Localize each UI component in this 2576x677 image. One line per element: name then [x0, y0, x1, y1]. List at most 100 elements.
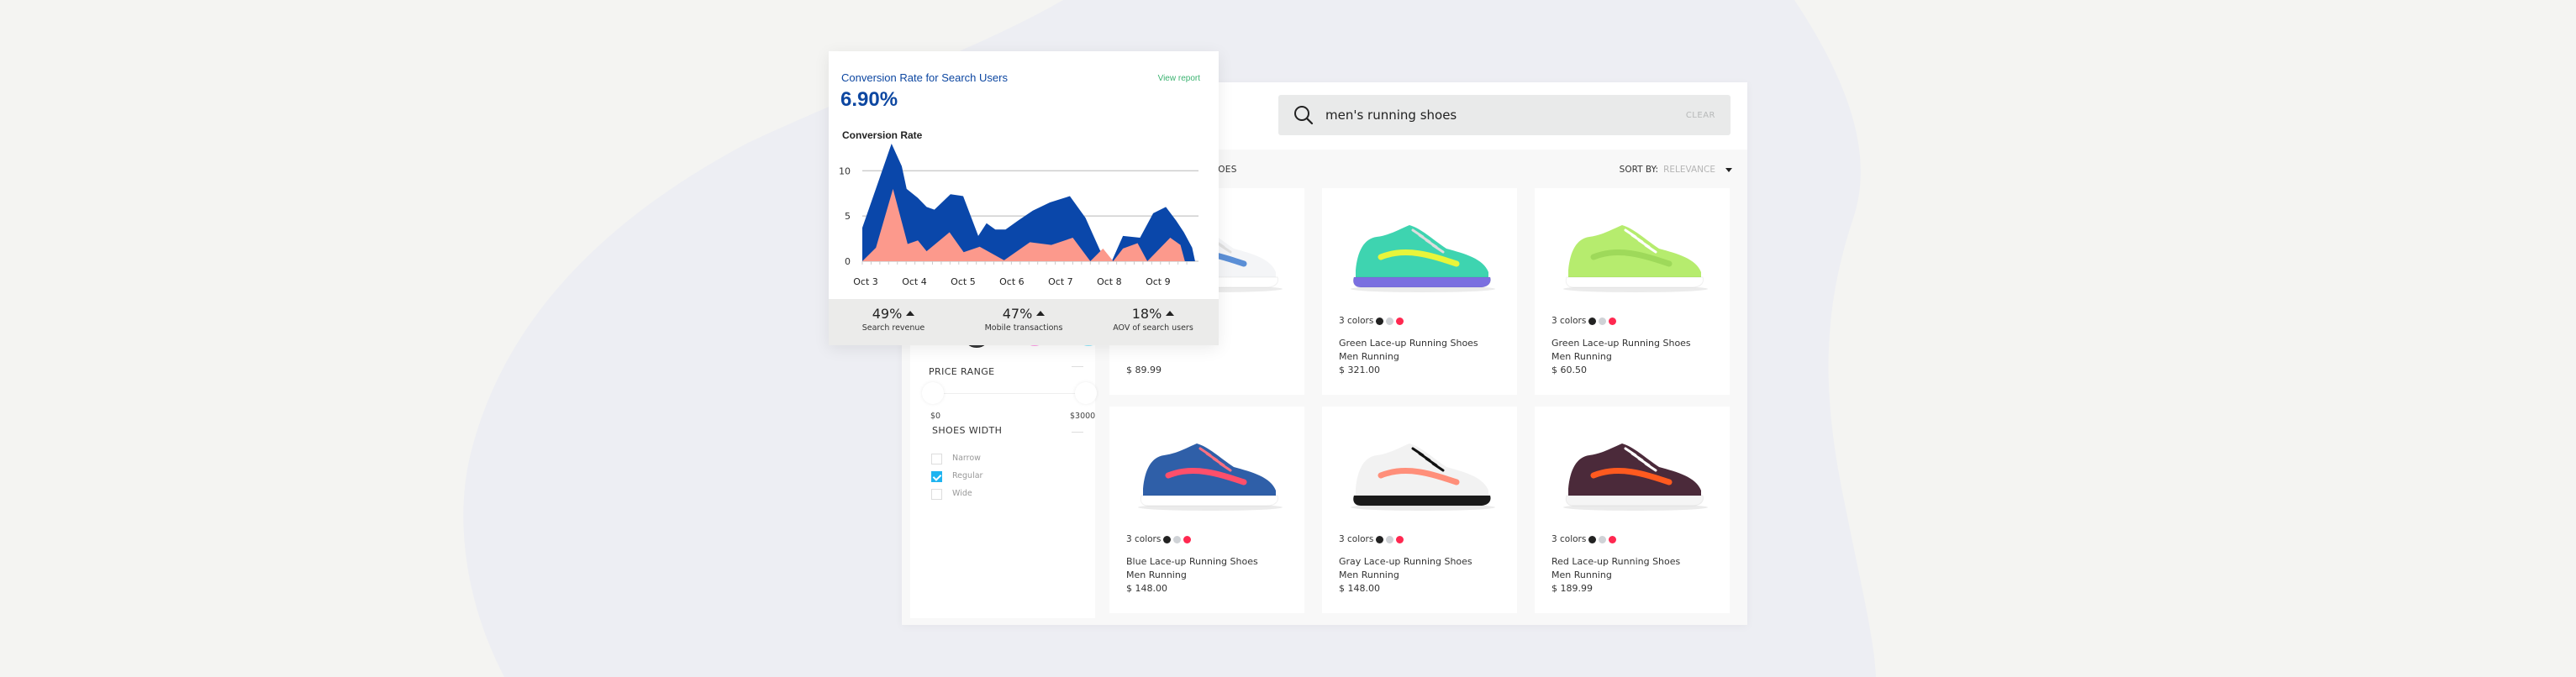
sort-dropdown[interactable]: SORT BY: RELEVANCE: [1620, 165, 1732, 175]
view-report-link[interactable]: View report: [1158, 74, 1200, 83]
width-checkbox[interactable]: [931, 471, 942, 482]
color-dot[interactable]: [1609, 317, 1617, 325]
color-dot[interactable]: [1599, 317, 1607, 325]
stat-aov: 18% AOV of search users: [1090, 306, 1216, 333]
x-tick-label: Oct 6: [999, 276, 1025, 287]
product-price: $ 89.99: [1126, 365, 1162, 375]
product-name[interactable]: Blue Lace-up Running Shoes: [1126, 556, 1258, 567]
product-price: $ 321.00: [1339, 365, 1380, 375]
color-dot[interactable]: [1376, 317, 1384, 325]
product-name[interactable]: Green Lace-up Running Shoes: [1551, 338, 1691, 349]
product-image[interactable]: [1126, 423, 1288, 516]
product-card[interactable]: 3 colors Green Lace-up Running Shoes Men R…: [1322, 188, 1517, 395]
price-max-handle[interactable]: [1075, 382, 1097, 404]
color-dot[interactable]: [1396, 317, 1404, 325]
colors-count: 3 colors: [1551, 534, 1587, 544]
y-tick-label: 5: [845, 211, 851, 222]
x-tick-label: Oct 3: [853, 276, 878, 287]
y-tick-label: 0: [845, 256, 851, 267]
stat-mobile-transactions: 47% Mobile transactions: [961, 306, 1087, 333]
product-price: $ 60.50: [1551, 365, 1587, 375]
product-price: $ 189.99: [1551, 583, 1593, 594]
stat-label: Search revenue: [861, 323, 925, 333]
conversion-rate-value: 6.90%: [840, 88, 898, 111]
product-image[interactable]: [1551, 423, 1713, 516]
sort-label: SORT BY:: [1619, 165, 1659, 175]
product-colors: 3 colors: [1551, 534, 1617, 544]
stats-bar: 49% Search revenue 47% Mobile transactio…: [829, 299, 1219, 345]
product-name[interactable]: Red Lace-up Running Shoes: [1551, 556, 1680, 567]
x-tick-label: Oct 5: [951, 276, 976, 287]
analytics-title: Conversion Rate for Search Users: [841, 71, 1008, 84]
product-price: $ 148.00: [1126, 583, 1167, 594]
product-name[interactable]: Green Lace-up Running Shoes: [1339, 338, 1478, 349]
color-dot[interactable]: [1609, 535, 1617, 543]
caret-down-icon: [1725, 167, 1732, 172]
product-category: Men Running: [1339, 569, 1399, 580]
y-tick-label: 10: [839, 165, 851, 176]
product-card[interactable]: 3 colors Green Lace-up Running Shoes Men R…: [1535, 188, 1730, 395]
x-tick-label: Oct 8: [1097, 276, 1122, 287]
search-icon[interactable]: [1292, 103, 1315, 127]
stat-value: 47%: [1002, 306, 1033, 322]
product-card[interactable]: 3 colors Red Lace-up Running Shoes Men Run…: [1535, 407, 1730, 613]
product-colors: 3 colors: [1551, 316, 1617, 326]
product-image[interactable]: [1339, 205, 1500, 297]
price-min-label: $0: [930, 412, 941, 421]
product-card[interactable]: 3 colors Gray Lace-up Running Shoes Men Ru…: [1322, 407, 1517, 613]
product-image[interactable]: [1339, 423, 1500, 516]
colors-count: 3 colors: [1551, 316, 1587, 326]
stat-value: 18%: [1131, 306, 1162, 322]
trend-up-icon: [1036, 310, 1046, 316]
price-range-track[interactable]: [934, 393, 1085, 394]
width-checkbox[interactable]: [931, 489, 942, 500]
width-option-label: Regular: [952, 471, 983, 480]
width-option-label: Narrow: [952, 454, 981, 463]
filter-title-price: PRICE RANGE: [929, 366, 995, 377]
colors-count: 3 colors: [1126, 534, 1162, 544]
color-dot[interactable]: [1599, 535, 1607, 543]
clear-button[interactable]: CLEAR: [1686, 111, 1715, 120]
product-image[interactable]: [1551, 205, 1713, 297]
x-tick-label: Oct 9: [1146, 276, 1171, 287]
color-dot[interactable]: [1386, 317, 1394, 325]
sort-value: RELEVANCE: [1663, 165, 1715, 175]
product-category: Men Running: [1551, 569, 1612, 580]
product-category: Men Running: [1126, 569, 1187, 580]
color-dot[interactable]: [1588, 317, 1597, 325]
product-category: Men Running: [1551, 351, 1612, 362]
width-checkbox[interactable]: [931, 454, 942, 464]
product-colors: 3 colors: [1126, 534, 1192, 544]
x-tick-label: Oct 7: [1048, 276, 1073, 287]
color-dot[interactable]: [1396, 535, 1404, 543]
width-option-label: Wide: [952, 489, 972, 498]
color-dot[interactable]: [1376, 535, 1384, 543]
filter-title-width: SHOES WIDTH: [932, 425, 1003, 436]
product-price: $ 148.00: [1339, 583, 1380, 594]
x-tick-label: Oct 4: [902, 276, 927, 287]
color-dot[interactable]: [1183, 535, 1192, 543]
stat-label: AOV of search users: [1113, 323, 1193, 333]
collapse-price-icon[interactable]: [1072, 366, 1083, 367]
colors-count: 3 colors: [1339, 316, 1374, 326]
stat-label: Mobile transactions: [984, 323, 1063, 333]
price-min-handle[interactable]: [922, 382, 944, 404]
product-name[interactable]: Gray Lace-up Running Shoes: [1339, 556, 1472, 567]
search-bar[interactable]: CLEAR: [1278, 95, 1731, 135]
price-max-label: $3000: [1070, 412, 1096, 421]
color-dot[interactable]: [1386, 535, 1394, 543]
search-input[interactable]: [1324, 107, 1686, 123]
trend-up-icon: [1166, 310, 1175, 316]
analytics-card: Conversion Rate for Search Users View re…: [829, 51, 1219, 345]
product-category: Men Running: [1339, 351, 1399, 362]
stat-search-revenue: 49% Search revenue: [830, 306, 956, 333]
product-card[interactable]: 3 colors Blue Lace-up Running Shoes Men Ru…: [1109, 407, 1304, 613]
color-dot[interactable]: [1588, 535, 1597, 543]
color-dot[interactable]: [1173, 535, 1182, 543]
trend-up-icon: [906, 310, 915, 316]
collapse-width-icon[interactable]: [1072, 432, 1083, 433]
color-dot[interactable]: [1163, 535, 1172, 543]
product-colors: 3 colors: [1339, 316, 1404, 326]
product-colors: 3 colors: [1339, 534, 1404, 544]
colors-count: 3 colors: [1339, 534, 1374, 544]
